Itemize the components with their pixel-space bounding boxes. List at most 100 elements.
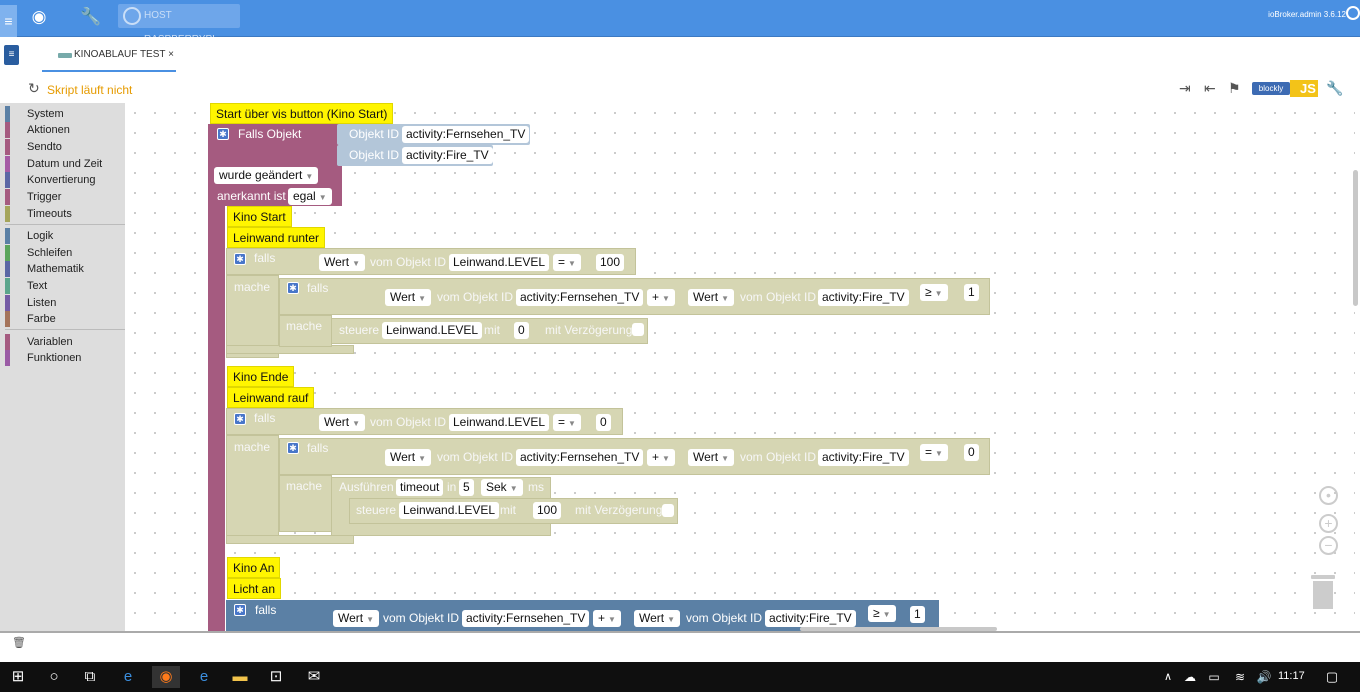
battery-icon[interactable]: ▭: [1200, 666, 1228, 688]
volume-icon[interactable]: 🔊: [1250, 666, 1278, 688]
number-value[interactable]: 1: [964, 284, 979, 301]
toolbox-category[interactable]: Sendto: [5, 139, 125, 155]
operator-dropdown[interactable]: + ▼: [593, 610, 621, 627]
export-icon[interactable]: ⇥: [1179, 80, 1191, 97]
object-id-value[interactable]: activity:Fernsehen_TV: [402, 126, 530, 143]
vertical-scrollbar[interactable]: [1353, 170, 1358, 306]
task-view-icon[interactable]: ⧉: [76, 666, 104, 688]
toolbox-category[interactable]: Farbe: [5, 311, 125, 327]
notification-icon[interactable]: ▢: [1318, 666, 1346, 688]
value-dropdown[interactable]: Wert ▼: [688, 449, 735, 466]
object-id-value[interactable]: activity:Fire_TV: [818, 289, 909, 306]
ack-dropdown[interactable]: egal ▼: [288, 188, 332, 205]
tab-script[interactable]: KINOABLAUF TEST ×: [42, 44, 176, 72]
object-id-value[interactable]: Leinwand.LEVEL: [449, 254, 550, 271]
comment-block[interactable]: Leinwand rauf: [227, 387, 315, 408]
eye-icon[interactable]: ◉: [26, 6, 52, 28]
wrench-icon[interactable]: 🔧: [1326, 80, 1343, 97]
toolbox-category[interactable]: Text: [5, 278, 125, 294]
value-dropdown[interactable]: Wert ▼: [319, 254, 366, 271]
gear-icon[interactable]: ✱: [287, 282, 299, 294]
import-icon[interactable]: ⇤: [1204, 80, 1216, 97]
number-value[interactable]: 1: [910, 606, 925, 623]
toolbox-category[interactable]: Mathematik: [5, 261, 125, 277]
object-id-value[interactable]: Leinwand.LEVEL: [382, 322, 483, 339]
value-dropdown[interactable]: Wert ▼: [634, 610, 681, 627]
recenter-icon[interactable]: •: [1319, 486, 1338, 505]
zoom-in-icon[interactable]: +: [1319, 514, 1338, 533]
clock[interactable]: 11:17: [1278, 670, 1305, 682]
ie-icon[interactable]: e: [190, 666, 218, 688]
object-id-value[interactable]: activity:Fire_TV: [765, 610, 856, 627]
operator-dropdown[interactable]: = ▼: [553, 414, 581, 431]
object-id-value[interactable]: activity:Fire_TV: [818, 449, 909, 466]
toolbox-category[interactable]: Schleifen: [5, 245, 125, 261]
value-dropdown[interactable]: Wert ▼: [385, 449, 432, 466]
number-value[interactable]: 5: [459, 479, 474, 496]
firefox-icon[interactable]: ◉: [152, 666, 180, 688]
gear-icon[interactable]: ✱: [217, 128, 229, 140]
operator-dropdown[interactable]: ≥ ▼: [920, 284, 948, 301]
wrench-icon[interactable]: 🔧: [78, 6, 104, 28]
number-value[interactable]: 0: [596, 414, 611, 431]
toolbox-category[interactable]: Variablen: [5, 334, 125, 350]
toggle-sidebar-button[interactable]: ≡: [4, 45, 19, 65]
close-icon[interactable]: ×: [168, 49, 174, 60]
blockly-js-toggle[interactable]: blockly JS: [1252, 80, 1318, 97]
operator-dropdown[interactable]: = ▼: [553, 254, 581, 271]
operator-dropdown[interactable]: = ▼: [920, 444, 948, 461]
number-value[interactable]: 100: [596, 254, 625, 271]
toolbox-category[interactable]: Funktionen: [5, 350, 125, 366]
toolbox-category[interactable]: Datum und Zeit: [5, 156, 125, 172]
number-value[interactable]: 100: [533, 502, 562, 519]
toolbox-category[interactable]: Timeouts: [5, 206, 125, 222]
toolbox-category[interactable]: Listen: [5, 295, 125, 311]
comment-block[interactable]: Kino An: [227, 557, 281, 578]
object-id-value[interactable]: activity:Fernsehen_TV: [516, 449, 644, 466]
windows-start-icon[interactable]: ⊞: [4, 666, 32, 688]
object-id-value[interactable]: Leinwand.LEVEL: [399, 502, 500, 519]
value-dropdown[interactable]: Wert ▼: [333, 610, 380, 627]
number-value[interactable]: 0: [964, 444, 979, 461]
cortana-icon[interactable]: ○: [40, 666, 68, 688]
trash-icon[interactable]: [1311, 575, 1335, 609]
delay-checkbox[interactable]: [662, 504, 674, 517]
mail-icon[interactable]: ✉: [300, 666, 328, 688]
menu-icon[interactable]: ≡: [0, 5, 17, 37]
operator-dropdown[interactable]: ≥ ▼: [868, 605, 896, 622]
store-icon[interactable]: ⊡: [262, 666, 290, 688]
delay-checkbox[interactable]: [632, 323, 644, 336]
number-value[interactable]: 0: [514, 322, 529, 339]
zoom-out-icon[interactable]: −: [1319, 536, 1338, 555]
gear-icon[interactable]: ✱: [234, 604, 246, 616]
object-id-value[interactable]: Leinwand.LEVEL: [449, 414, 550, 431]
comment-block[interactable]: Kino Ende: [227, 366, 295, 387]
toolbox-category[interactable]: Konvertierung: [5, 172, 125, 188]
comment-block[interactable]: Leinwand runter: [227, 227, 326, 248]
gear-icon[interactable]: ✱: [234, 413, 246, 425]
timeout-name[interactable]: timeout: [396, 479, 444, 496]
comment-block[interactable]: Licht an: [227, 578, 282, 599]
value-dropdown[interactable]: Wert ▼: [385, 289, 432, 306]
gear-icon[interactable]: ✱: [287, 442, 299, 454]
bin-icon[interactable]: 🗑: [12, 636, 26, 649]
object-id-value[interactable]: activity:Fernsehen_TV: [516, 289, 644, 306]
toolbox-category[interactable]: Logik: [5, 228, 125, 244]
power-icon[interactable]: [1346, 6, 1360, 20]
toolbox-category[interactable]: Aktionen: [5, 122, 125, 138]
value-dropdown[interactable]: Wert ▼: [688, 289, 735, 306]
checkered-flag-icon[interactable]: ⚑: [1228, 80, 1241, 97]
object-id-value[interactable]: activity:Fire_TV: [402, 147, 493, 164]
reload-icon[interactable]: ↻: [28, 80, 40, 97]
operator-dropdown[interactable]: + ▼: [647, 289, 675, 306]
toolbox-category[interactable]: System: [5, 106, 125, 122]
gear-icon[interactable]: ✱: [234, 253, 246, 265]
unit-dropdown[interactable]: Sek ▼: [481, 479, 523, 496]
folder-icon[interactable]: ▬: [226, 666, 254, 688]
comment-block[interactable]: Kino Start: [227, 206, 292, 227]
edge-icon[interactable]: e: [114, 666, 142, 688]
operator-dropdown[interactable]: + ▼: [647, 449, 675, 466]
host-selector[interactable]: HOST RASPBERRYPI: [118, 4, 240, 45]
comment-block[interactable]: Start über vis button (Kino Start): [210, 103, 394, 124]
toolbox-category[interactable]: Trigger: [5, 189, 125, 205]
